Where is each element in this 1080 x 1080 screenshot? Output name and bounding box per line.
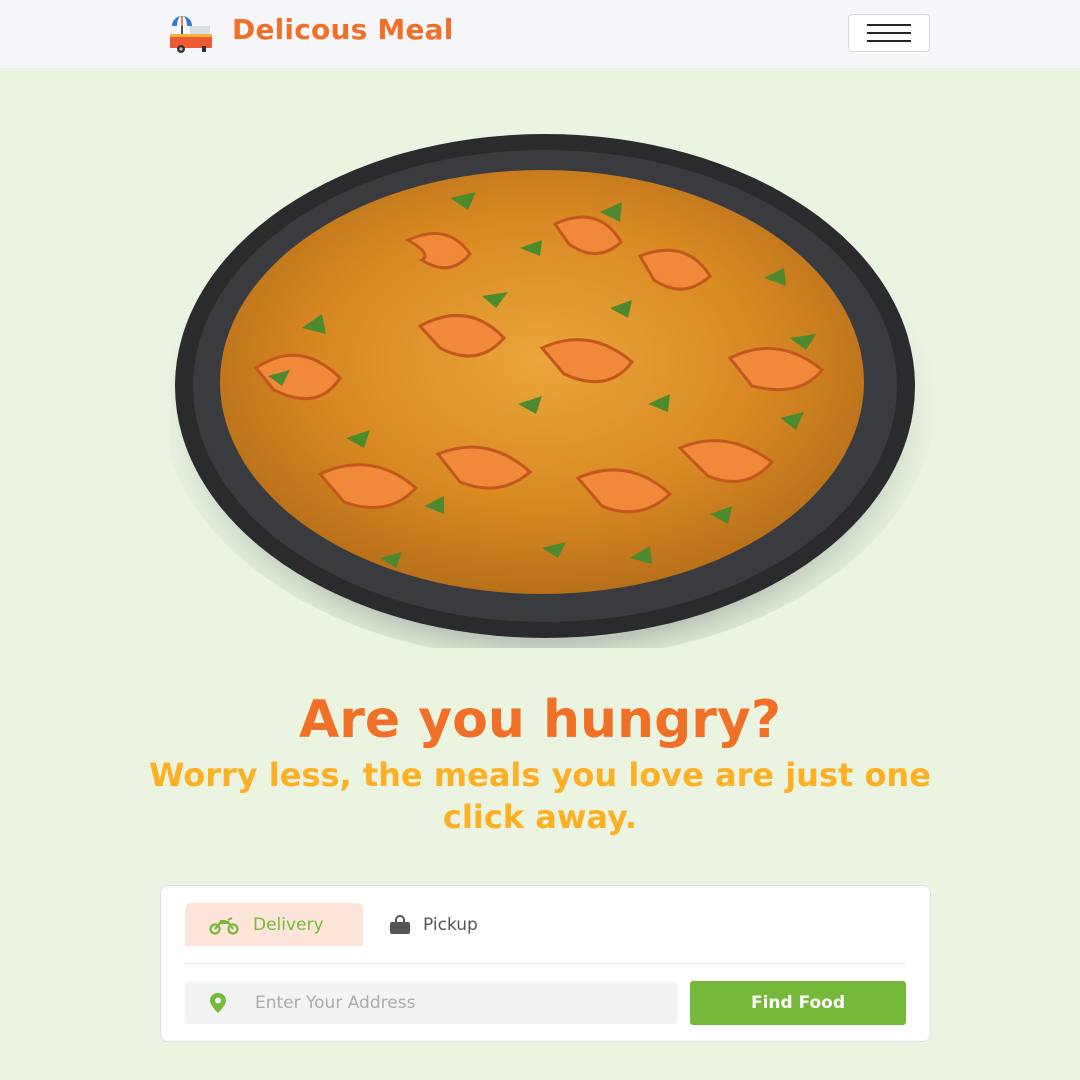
menu-toggle-button[interactable] <box>848 14 930 52</box>
tab-delivery-label: Delivery <box>253 914 324 935</box>
card-divider <box>185 963 906 964</box>
food-cart-icon <box>170 16 212 53</box>
hero-headline: Are you hungry? <box>299 690 781 750</box>
address-field[interactable] <box>185 982 678 1024</box>
navbar: Delicous Meal <box>0 0 1080 68</box>
hero-subheadline: Worry less, the meals you love are just … <box>149 756 931 836</box>
brand-link[interactable]: Delicous Meal <box>166 6 454 54</box>
hamburger-menu-icon-bar <box>867 24 911 26</box>
hamburger-menu-icon-bar <box>867 32 911 34</box>
hero-dish-image <box>170 128 940 648</box>
tab-pickup[interactable]: Pickup <box>387 903 527 946</box>
shrimp-curry-dish-icon <box>170 134 936 648</box>
tab-pickup-label: Pickup <box>423 914 478 935</box>
order-search-card: Delivery Pickup Find Food <box>160 885 931 1042</box>
bag-icon <box>390 914 410 934</box>
map-pin-icon <box>210 993 226 1013</box>
hamburger-menu-icon-bar <box>867 40 911 42</box>
find-food-button[interactable]: Find Food <box>690 981 906 1025</box>
address-input[interactable] <box>255 993 655 1013</box>
motorcycle-icon <box>209 916 239 935</box>
tab-delivery[interactable]: Delivery <box>185 903 363 946</box>
brand-name: Delicous Meal <box>232 13 454 46</box>
